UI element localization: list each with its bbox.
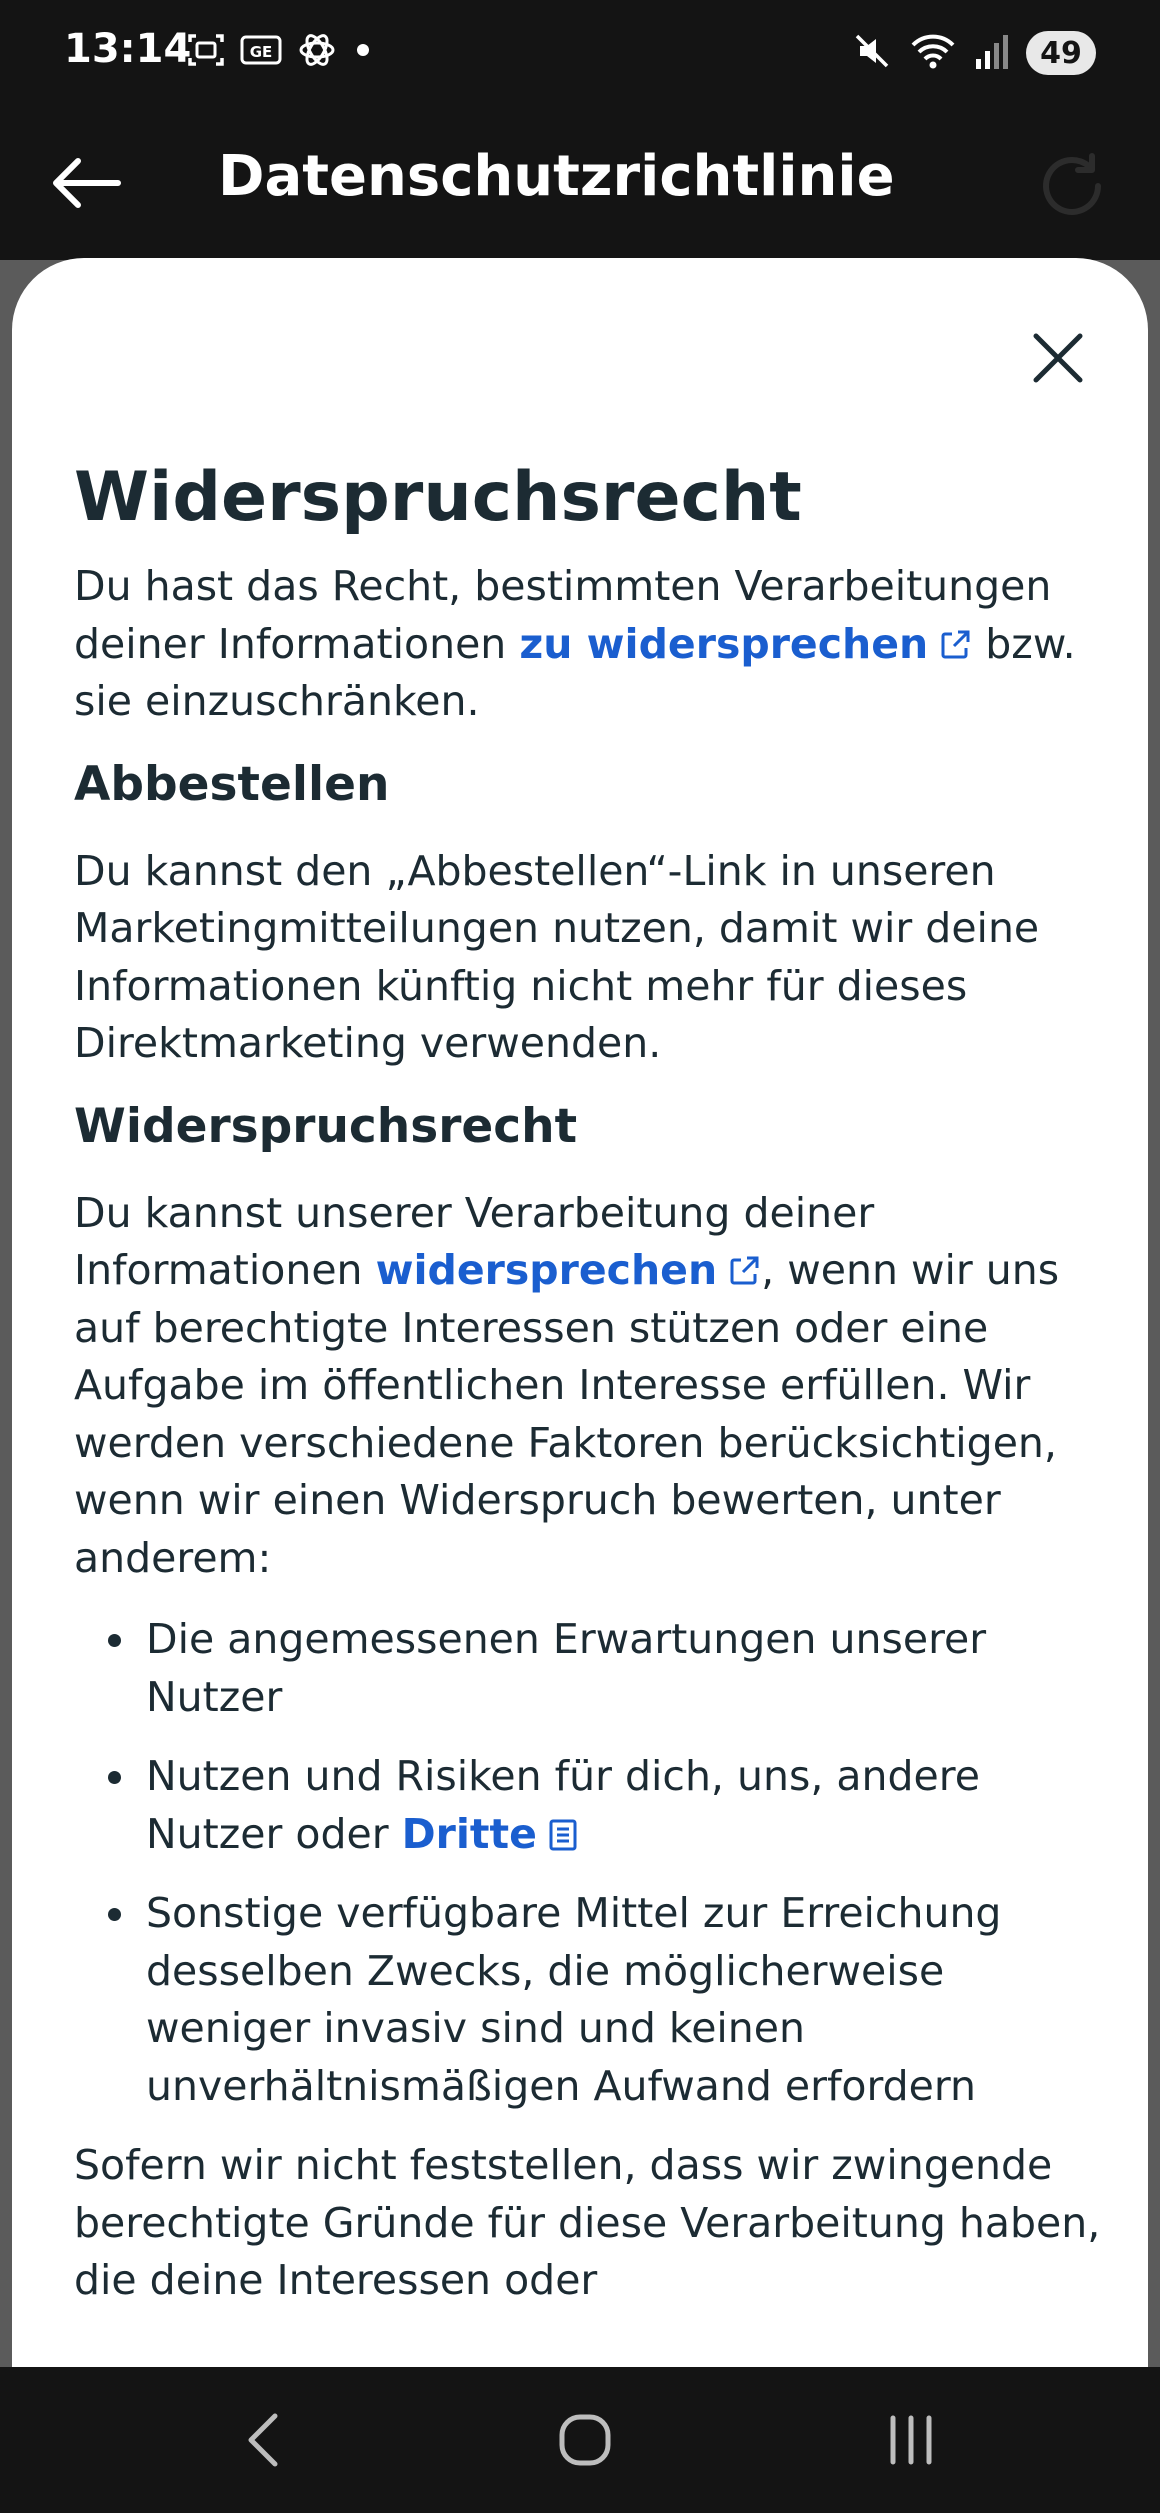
home-circle-icon (559, 2414, 611, 2466)
third-parties-link[interactable]: Dritte (402, 1810, 579, 1858)
third-parties-link-label: Dritte (401, 1809, 537, 1858)
section-title-unsubscribe: Abbestellen (74, 756, 390, 812)
objection-paragraph: Du kannst unserer Verarbeitung deiner In… (74, 1185, 1114, 1588)
dot-icon (352, 39, 374, 65)
page-title: Datenschutzrichtlinie (218, 144, 895, 209)
bottom-sheet: Widerspruchsrecht Du hast das Recht, bes… (12, 258, 1148, 2367)
app-bar: Datenschutzrichtlinie (0, 108, 1160, 260)
object-link-2-label: widersprechen (375, 1246, 718, 1294)
list-item: Nutzen und Risiken für dich, uns, andere… (108, 1748, 1114, 1863)
screenshot-icon (186, 30, 226, 74)
sheet-content: Widerspruchsrecht Du hast das Recht, bes… (74, 458, 1114, 2332)
navigation-bar (0, 2367, 1160, 2513)
close-icon (1033, 333, 1083, 383)
svg-text:GE: GE (250, 43, 273, 61)
status-left-icons: GE (186, 30, 374, 74)
recents-icon (890, 2415, 932, 2465)
ge-icon: GE (240, 33, 282, 71)
chevron-left-icon (248, 2413, 278, 2467)
nav-home-button[interactable] (545, 2400, 625, 2480)
nav-back-button[interactable] (223, 2400, 303, 2480)
wifi-icon (908, 31, 958, 75)
chatgpt-icon (296, 29, 338, 75)
intro-paragraph: Du hast das Recht, bestimmten Verarbeitu… (74, 558, 1114, 731)
list-item: Sonstige verfügbare Mittel zur Erreichun… (108, 1885, 1114, 2115)
objection-text-end: , wenn wir uns auf berechtigte Interesse… (74, 1246, 1060, 1582)
list-item: Die angemessenen Erwartungen unserer Nut… (108, 1611, 1114, 1726)
screen: 13:14 GE 49 Datenschutzrichtlinie Widers… (0, 0, 1160, 2513)
document-icon (549, 1819, 577, 1850)
status-bar: 13:14 GE 49 (0, 0, 1160, 108)
nav-recents-button[interactable] (871, 2400, 951, 2480)
unsubscribe-paragraph: Du kannst den „Abbestellen“-Link in unse… (74, 846, 1040, 1068)
object-link-label: zu widersprechen (519, 619, 929, 668)
status-right: 49 (852, 28, 1096, 78)
external-link-icon (941, 630, 970, 658)
sheet-heading: Widerspruchsrecht (74, 458, 802, 537)
closing-paragraph: Sofern wir nicht feststellen, dass wir z… (74, 2141, 1101, 2304)
signal-icon (974, 31, 1010, 75)
section-title-objection: Widerspruchsrecht (74, 1098, 578, 1154)
mute-icon (852, 31, 892, 75)
object-link-2[interactable]: widersprechen (376, 1246, 762, 1294)
close-button[interactable] (1018, 318, 1098, 398)
battery-icon: 49 (1026, 31, 1096, 75)
external-link-icon (730, 1256, 759, 1285)
factor-list: Die angemessenen Erwartungen unserer Nut… (74, 1611, 1114, 2115)
object-link[interactable]: zu widersprechen (519, 620, 972, 668)
status-time: 13:14 (64, 26, 192, 72)
refresh-button[interactable] (1024, 138, 1120, 234)
arrow-left-icon (53, 158, 121, 208)
back-button[interactable] (40, 143, 130, 223)
refresh-icon (1043, 153, 1101, 215)
